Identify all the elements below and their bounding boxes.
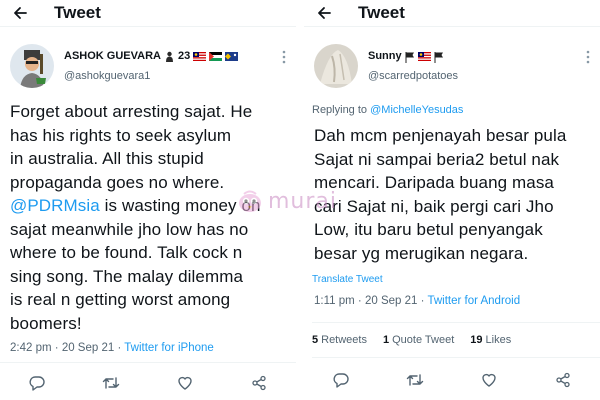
display-name[interactable]: Sunny: [368, 50, 402, 62]
tweet-header: ASHOK GUEVARA 23 @ashokguevara1: [10, 44, 288, 90]
more-icon[interactable]: [282, 50, 286, 65]
tweet-source[interactable]: Twitter for iPhone: [124, 342, 213, 354]
retweet-icon[interactable]: [101, 373, 121, 393]
likes-count: 19: [470, 334, 483, 346]
more-icon[interactable]: [586, 50, 590, 65]
divider: [0, 362, 296, 363]
likes-stat[interactable]: 19 Likes: [470, 334, 511, 346]
black-flag-icon: [434, 51, 444, 63]
avatar[interactable]: [314, 44, 358, 88]
tweet-panel-right: Tweet Sunny @scarredpotatoes Replying to…: [304, 0, 600, 400]
user-handle[interactable]: @scarredpotatoes: [368, 70, 458, 82]
tweet-text: Forget about arresting sajat. He has his…: [10, 100, 290, 335]
display-name-line[interactable]: ASHOK GUEVARA 23: [64, 50, 239, 62]
retweet-icon[interactable]: [405, 370, 425, 390]
tweet-date[interactable]: 20 Sep 21: [365, 295, 417, 307]
action-bar: [0, 368, 296, 398]
translate-tweet-link[interactable]: Translate Tweet: [312, 274, 383, 285]
quotes-stat[interactable]: 1 Quote Tweet: [383, 334, 454, 346]
tweet-time[interactable]: 2:42 pm: [10, 342, 52, 354]
mention-link[interactable]: @MichelleYesudas: [370, 104, 463, 116]
quotes-label: Quote Tweet: [392, 334, 455, 346]
separator-dot: ·: [357, 295, 362, 307]
retweets-count: 5: [312, 334, 319, 346]
black-flag-icon: [405, 51, 415, 63]
action-bar: [304, 365, 600, 395]
arrow-left-icon[interactable]: [12, 5, 28, 21]
name-badge-number: 23: [177, 50, 191, 62]
user-handle[interactable]: @ashokguevara1: [64, 70, 150, 82]
tweet-panel-left: Tweet ASHOK GUEVARA 23 @ashokguevara1 Fo…: [0, 0, 296, 400]
palestine-flag-icon: [209, 51, 223, 61]
tweet-header: Sunny @scarredpotatoes: [314, 44, 592, 90]
separator-dot: ·: [54, 342, 59, 354]
flag-icon: [225, 51, 239, 61]
top-bar: Tweet: [0, 0, 296, 27]
reply-icon[interactable]: [331, 370, 351, 390]
arrow-left-icon[interactable]: [316, 5, 332, 21]
tweet-stats: 5 Retweets 1 Quote Tweet 19 Likes: [312, 322, 600, 358]
tweet-time[interactable]: 1:11 pm: [314, 295, 355, 307]
separator-dot: ·: [117, 342, 122, 354]
tweet-date[interactable]: 20 Sep 21: [62, 342, 114, 354]
replying-label: Replying to: [312, 104, 368, 116]
page-title: Tweet: [358, 3, 405, 22]
like-icon[interactable]: [175, 373, 195, 393]
panel-divider: [296, 0, 304, 400]
retweets-label: Retweets: [321, 334, 367, 346]
share-icon[interactable]: [249, 373, 269, 393]
avatar[interactable]: [10, 44, 54, 88]
page-title: Tweet: [54, 3, 101, 22]
reply-icon[interactable]: [27, 373, 47, 393]
malaysia-flag-icon: [193, 51, 207, 61]
likes-label: Likes: [485, 334, 512, 346]
like-icon[interactable]: [479, 370, 499, 390]
separator-dot: ·: [420, 295, 425, 307]
display-name[interactable]: ASHOK GUEVARA: [64, 50, 161, 62]
tweet-text-part: is wasting money on sajat meanwhile jho …: [10, 196, 261, 333]
tweet-text-part: Forget about arresting sajat. He has his…: [10, 102, 253, 192]
malaysia-flag-icon: [417, 51, 431, 61]
tweet-text: Dah mcm penjenayah besar pula Sajat ni s…: [314, 126, 567, 263]
tweet-meta: 2:42 pm · 20 Sep 21 · Twitter for iPhone: [10, 342, 214, 354]
share-icon[interactable]: [553, 370, 573, 390]
quotes-count: 1: [382, 334, 390, 346]
replying-to: Replying to @MichelleYesudas: [312, 104, 463, 116]
retweets-stat[interactable]: 5 Retweets: [312, 334, 367, 346]
tweet-meta: 1:11 pm · 20 Sep 21 · Twitter for Androi…: [314, 295, 520, 307]
tweet-source[interactable]: Twitter for Android: [427, 295, 520, 307]
mention-link[interactable]: @PDRMsia: [10, 196, 100, 215]
figure-emoji-icon: [164, 51, 175, 62]
display-name-line[interactable]: Sunny: [368, 50, 444, 63]
top-bar: Tweet: [304, 0, 600, 27]
